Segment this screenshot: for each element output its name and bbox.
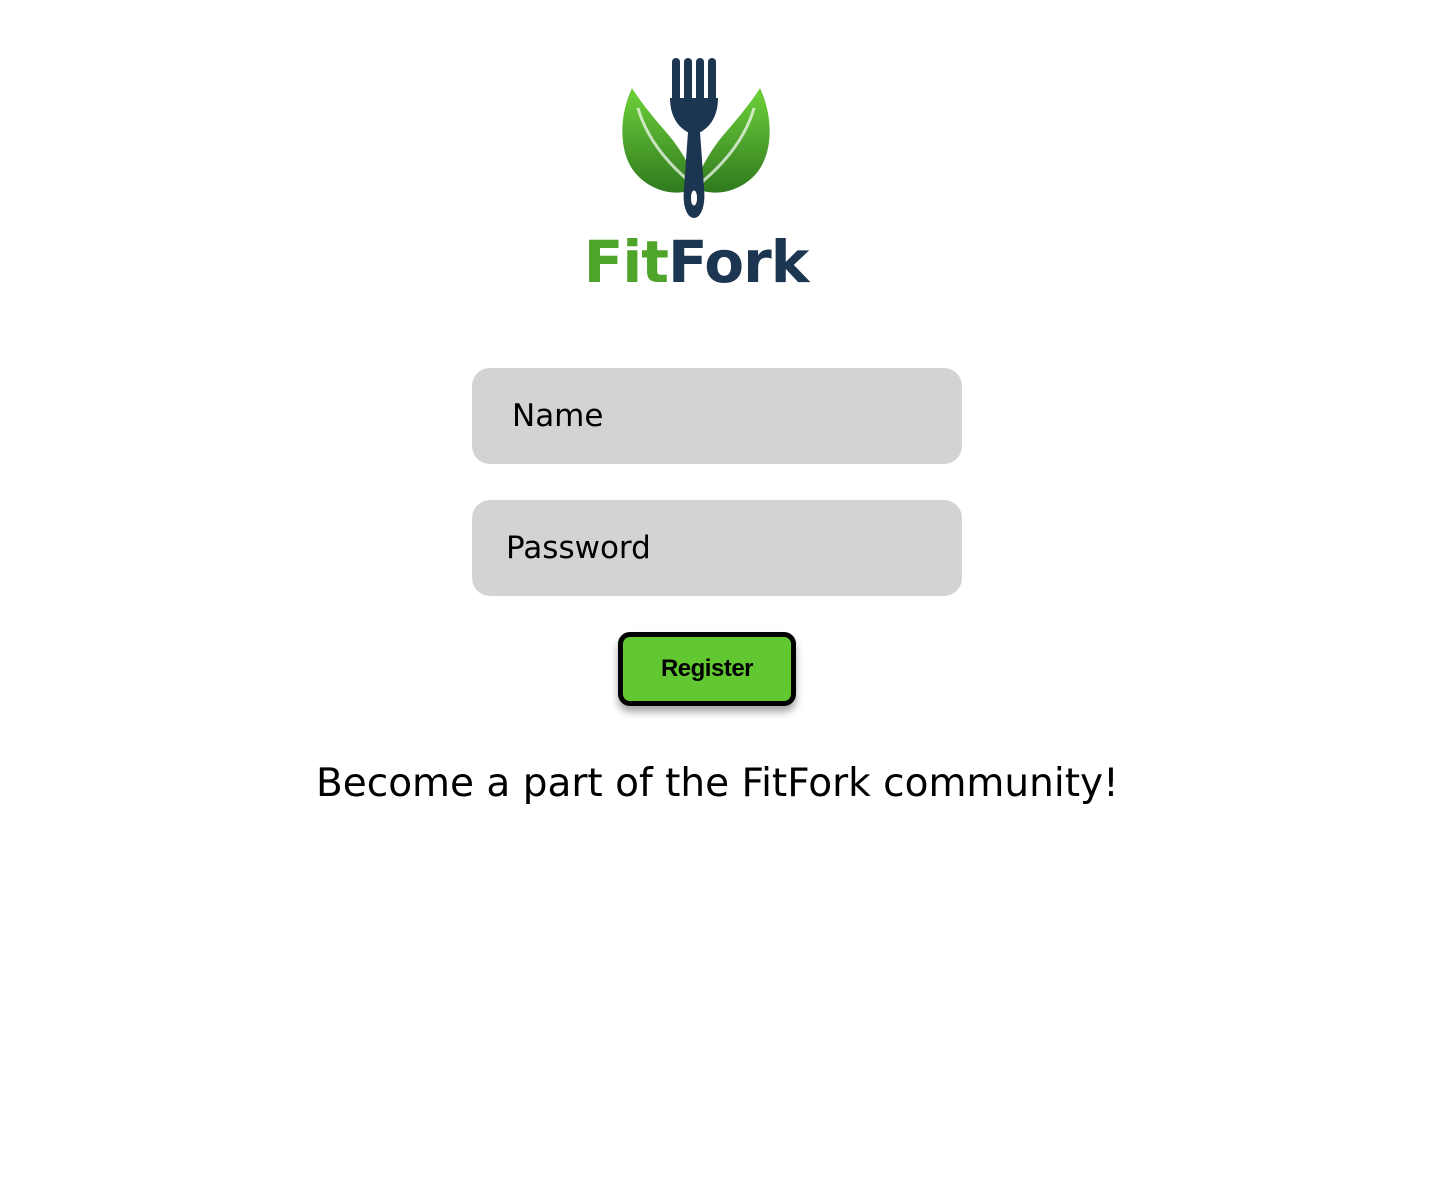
brand-name-fork: Fork (667, 228, 809, 296)
brand-wordmark: FitFork (580, 226, 812, 298)
name-field[interactable] (472, 368, 962, 464)
brand-name-fit: Fit (583, 228, 669, 296)
password-field[interactable] (472, 500, 962, 596)
register-page: FitFork Register Become a part of the Fi… (0, 0, 1432, 1202)
fork-with-leaves-icon (622, 58, 770, 218)
register-button[interactable]: Register (618, 632, 796, 706)
community-tagline: Become a part of the FitFork community! (316, 761, 1119, 806)
fitfork-logo: FitFork (580, 48, 830, 298)
